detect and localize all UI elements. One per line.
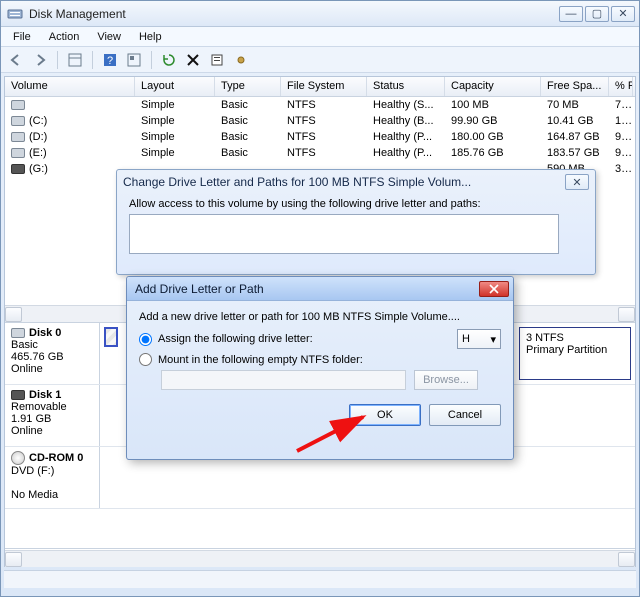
minimize-button[interactable]: — (559, 6, 583, 22)
partition-selected[interactable] (104, 327, 118, 347)
delete-icon[interactable] (184, 51, 202, 69)
volume-list: SimpleBasicNTFSHealthy (S...100 MB70 MB7… (5, 97, 635, 177)
volume-list-header: Volume Layout Type File System Status Ca… (5, 77, 635, 97)
scroll-left-icon[interactable] (5, 552, 22, 567)
disk-icon (11, 390, 25, 400)
back-button[interactable] (7, 51, 25, 69)
properties-icon[interactable] (208, 51, 226, 69)
app-icon (7, 6, 23, 22)
disk-title: Disk 0 (29, 327, 61, 339)
toolbar: ? (1, 47, 639, 73)
add-drive-letter-dialog: Add Drive Letter or Path Add a new drive… (126, 276, 514, 460)
close-button[interactable]: ✕ (611, 6, 635, 22)
horizontal-scrollbar-bottom[interactable] (5, 550, 635, 567)
menu-action[interactable]: Action (41, 29, 88, 45)
col-layout[interactable]: Layout (135, 77, 215, 96)
window-title: Disk Management (29, 7, 559, 21)
col-pct[interactable]: % F (609, 77, 633, 96)
scroll-left-icon[interactable] (5, 307, 22, 322)
settings-icon[interactable] (232, 51, 250, 69)
change-drive-letter-dialog: Change Drive Letter and Paths for 100 MB… (116, 169, 596, 275)
menu-view[interactable]: View (89, 29, 129, 45)
scroll-right-icon[interactable] (618, 307, 635, 322)
drive-letter-select[interactable]: H ▾ (457, 329, 501, 349)
disk-title: CD-ROM 0 (29, 452, 83, 464)
statusbar (4, 570, 636, 588)
col-filesystem[interactable]: File System (281, 77, 367, 96)
dialog-title: Change Drive Letter and Paths for 100 MB… (123, 175, 565, 189)
mount-folder-label: Mount in the following empty NTFS folder… (158, 354, 363, 366)
dialog-title: Add Drive Letter or Path (135, 282, 479, 296)
col-type[interactable]: Type (215, 77, 281, 96)
refresh-icon[interactable] (160, 51, 178, 69)
scroll-right-icon[interactable] (618, 552, 635, 567)
dialog-instruction: Add a new drive letter or path for 100 M… (139, 311, 501, 323)
menubar: File Action View Help (1, 27, 639, 47)
col-free[interactable]: Free Spa... (541, 77, 609, 96)
disk-management-window: Disk Management — ▢ ✕ File Action View H… (0, 0, 640, 597)
mount-folder-radio[interactable] (139, 353, 152, 366)
dialog-close-button[interactable] (479, 281, 509, 297)
col-volume[interactable]: Volume (5, 77, 135, 96)
menu-file[interactable]: File (5, 29, 39, 45)
paths-listbox[interactable] (129, 214, 559, 254)
dialog-close-button[interactable]: ✕ (565, 174, 589, 190)
titlebar: Disk Management — ▢ ✕ (1, 1, 639, 27)
options-icon[interactable] (125, 51, 143, 69)
browse-button[interactable]: Browse... (414, 370, 478, 390)
volume-icon (11, 164, 25, 174)
maximize-button[interactable]: ▢ (585, 6, 609, 22)
assign-letter-label: Assign the following drive letter: (158, 333, 451, 345)
col-capacity[interactable]: Capacity (445, 77, 541, 96)
menu-help[interactable]: Help (131, 29, 170, 45)
show-hide-icon[interactable] (66, 51, 84, 69)
volume-icon (11, 132, 25, 142)
table-row[interactable]: SimpleBasicNTFSHealthy (S...100 MB70 MB7… (5, 97, 635, 113)
table-row[interactable]: (D:) SimpleBasicNTFSHealthy (P...180.00 … (5, 129, 635, 145)
mount-path-input[interactable] (161, 370, 406, 390)
volume-icon (11, 116, 25, 126)
col-status[interactable]: Status (367, 77, 445, 96)
partition[interactable]: 3 NTFS Primary Partition (519, 327, 631, 380)
forward-button[interactable] (31, 51, 49, 69)
table-row[interactable]: (C:) SimpleBasicNTFSHealthy (B...99.90 G… (5, 113, 635, 129)
help-icon[interactable]: ? (101, 51, 119, 69)
cd-icon (11, 451, 25, 465)
volume-icon (11, 100, 25, 110)
disk-title: Disk 1 (29, 389, 61, 401)
chevron-down-icon: ▾ (490, 333, 496, 346)
volume-icon (11, 148, 25, 158)
dialog-instruction: Allow access to this volume by using the… (129, 198, 583, 210)
disk-icon (11, 328, 25, 338)
svg-text:?: ? (107, 55, 113, 67)
assign-letter-radio[interactable] (139, 333, 152, 346)
cancel-button[interactable]: Cancel (429, 404, 501, 426)
table-row[interactable]: (E:) SimpleBasicNTFSHealthy (P...185.76 … (5, 145, 635, 161)
ok-button[interactable]: OK (349, 404, 421, 426)
